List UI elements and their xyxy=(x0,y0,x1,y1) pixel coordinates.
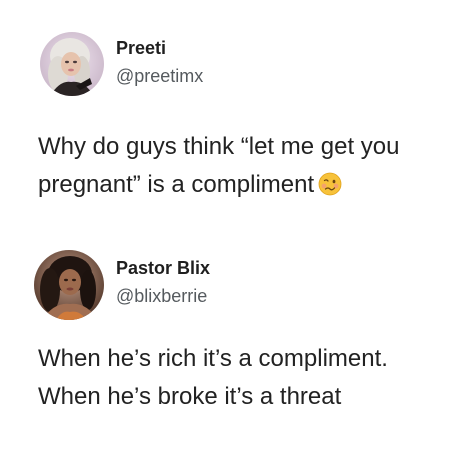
tweet-text-line: pregnant” is a compliment xyxy=(38,166,468,204)
woozy-face-emoji-icon xyxy=(318,170,342,196)
display-name[interactable]: Pastor Blix xyxy=(116,258,210,279)
user-handle[interactable]: @blixberrie xyxy=(116,286,207,307)
tweet-text-line: Why do guys think “let me get you xyxy=(38,133,400,160)
tweet-text: Why do guys think “let me get you pregna… xyxy=(38,128,468,204)
avatar-pastor-blix[interactable] xyxy=(34,250,104,320)
tweet-text-line: When he’s rich it’s a compliment. xyxy=(38,345,388,372)
tweet-text-segment: pregnant” is a compliment xyxy=(38,171,315,198)
tweet-text: When he’s rich it’s a compliment. When h… xyxy=(38,340,468,416)
tweet-text-line: When he’s broke it’s a threat xyxy=(38,383,342,410)
profile-photo-icon xyxy=(40,32,104,96)
user-handle[interactable]: @preetimx xyxy=(116,66,203,87)
avatar-preeti[interactable] xyxy=(40,32,104,96)
display-name[interactable]: Preeti xyxy=(116,38,166,59)
profile-photo-icon xyxy=(34,250,104,320)
